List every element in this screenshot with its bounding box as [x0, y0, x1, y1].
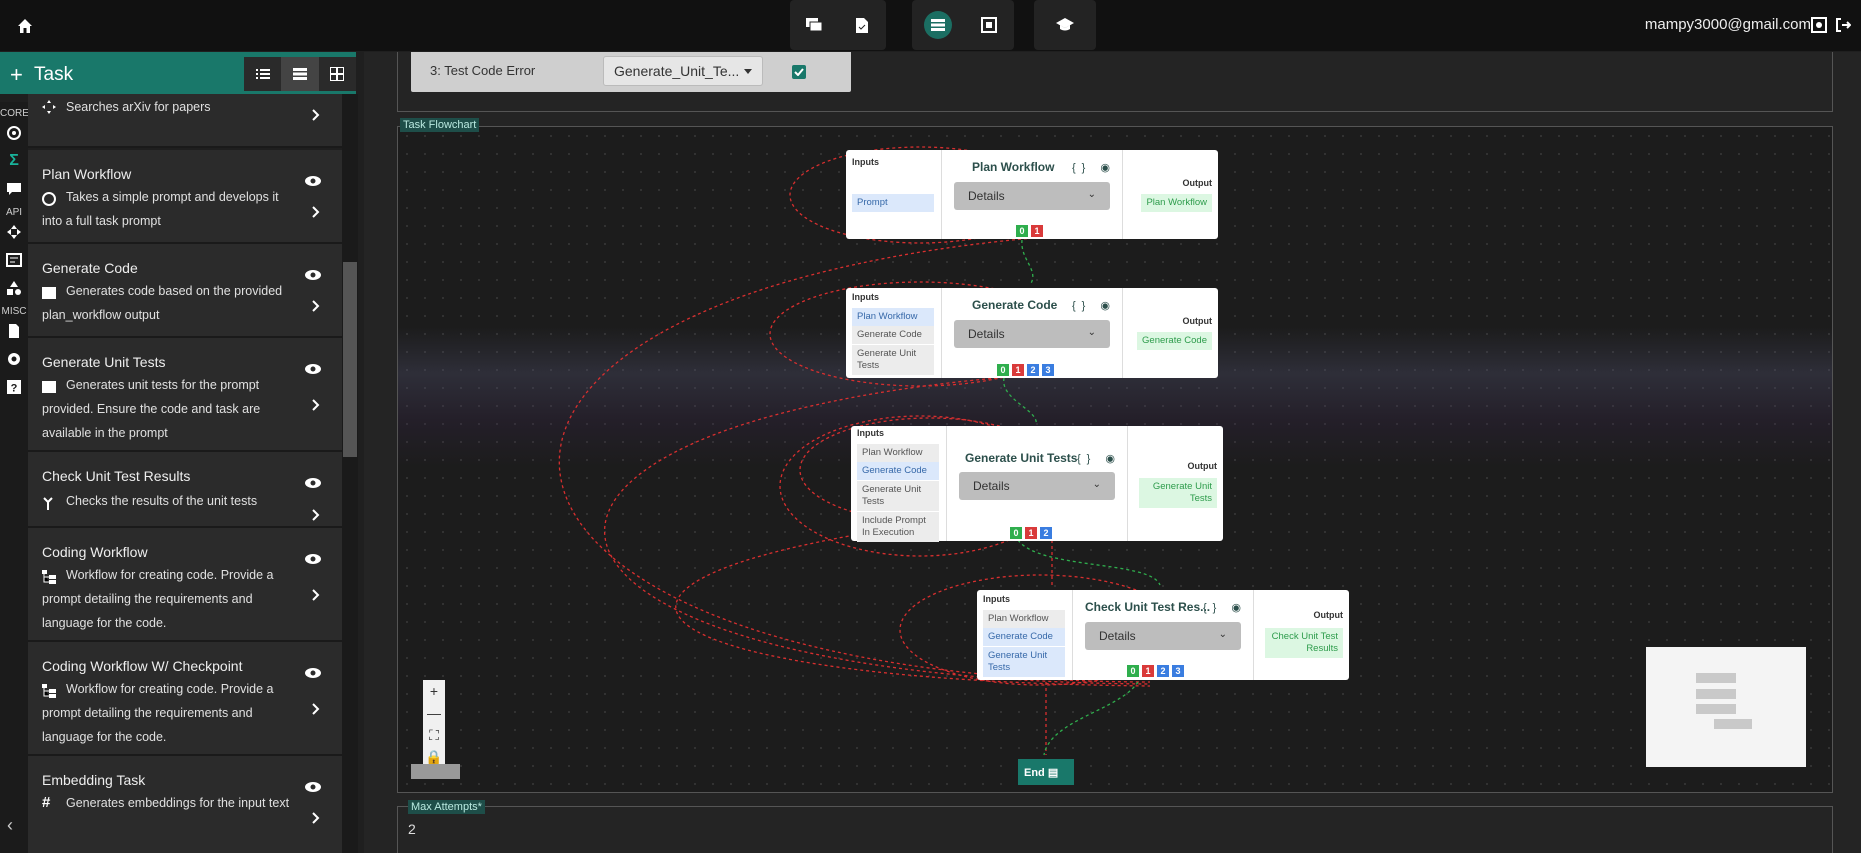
output-heading: Output	[1182, 178, 1213, 188]
details-dropdown[interactable]: Details ⌄	[954, 320, 1110, 348]
port-2[interactable]: 2	[1027, 364, 1039, 376]
node-output: Output Generate Unit Tests	[1127, 426, 1223, 541]
output-pill[interactable]: Generate Unit Tests	[1139, 478, 1217, 508]
zoom-in-icon[interactable]: +	[430, 680, 438, 702]
input-pill[interactable]: Generate Code	[983, 628, 1065, 646]
details-dropdown[interactable]: Details ⌄	[959, 472, 1115, 500]
code-eye-icons[interactable]: {} ◉	[1203, 601, 1247, 614]
node-inputs: Inputs Plan Workflow Generate Code Gener…	[977, 590, 1073, 680]
node-ports: 0 1 2	[1010, 527, 1052, 539]
code-eye-icons[interactable]: {} ◉	[1077, 452, 1121, 465]
node-output: Output Plan Workflow	[1122, 150, 1218, 239]
details-label: Details	[1099, 629, 1136, 643]
port-2[interactable]: 2	[1040, 527, 1052, 539]
node-check-unit-test-results[interactable]: Inputs Plan Workflow Generate Code Gener…	[977, 590, 1349, 680]
inputs-heading: Inputs	[857, 428, 884, 438]
edge-plan-code	[1021, 239, 1034, 286]
edge-check-end-ok	[1043, 681, 1139, 756]
end-label: End	[1024, 767, 1045, 779]
input-pill[interactable]: Prompt	[852, 194, 934, 212]
output-heading: Output	[1313, 610, 1344, 620]
details-dropdown[interactable]: Details ⌄	[954, 182, 1110, 210]
minimap-node	[1696, 704, 1736, 714]
input-pill[interactable]: Include Prompt In Execution	[857, 512, 939, 542]
details-label: Details	[968, 327, 1005, 341]
port-0[interactable]: 0	[1016, 225, 1028, 237]
fit-view-icon[interactable]: ⛶	[429, 724, 439, 746]
minimap-node	[1696, 689, 1736, 699]
port-3[interactable]: 3	[1172, 665, 1184, 677]
input-pill[interactable]: Generate Code	[857, 462, 939, 480]
chevron-down-icon: ⌄	[1218, 629, 1227, 640]
chevron-down-icon: ⌄	[1092, 479, 1101, 490]
minimap-node	[1696, 673, 1736, 683]
input-pill[interactable]: Plan Workflow	[983, 610, 1065, 628]
node-output: Output Check Unit Test Results	[1253, 590, 1349, 680]
details-label: Details	[973, 479, 1010, 493]
max-attempts-label: Max Attempts*	[408, 800, 485, 814]
code-eye-icons[interactable]: {} ◉	[1072, 161, 1116, 174]
chevron-down-icon: ⌄	[1087, 327, 1096, 338]
port-1[interactable]: 1	[1142, 665, 1154, 677]
chevron-down-icon: ⌄	[1087, 189, 1096, 200]
node-plan-workflow[interactable]: Inputs Prompt Plan Workflow {} ◉ Details…	[846, 150, 1218, 239]
node-inputs: Inputs Plan Workflow Generate Code Gener…	[846, 288, 942, 378]
node-inputs: Inputs Plan Workflow Generate Code Gener…	[851, 426, 947, 542]
output-pill[interactable]: Generate Code	[1137, 332, 1212, 350]
details-label: Details	[968, 189, 1005, 203]
node-body: Generate Unit Tests {} ◉ Details ⌄	[947, 426, 1127, 541]
node-ports: 0 1 2 3	[1127, 665, 1184, 677]
port-0[interactable]: 0	[1127, 665, 1139, 677]
inputs-heading: Inputs	[852, 157, 879, 167]
input-pill[interactable]: Generate Unit Tests	[857, 481, 939, 511]
output-heading: Output	[1187, 461, 1218, 471]
edge-code-tests	[1003, 377, 1037, 426]
input-pill[interactable]: Plan Workflow	[852, 308, 934, 326]
node-title: Generate Code	[972, 298, 1058, 312]
node-title: Generate Unit Tests	[965, 451, 1078, 465]
node-inputs: Inputs Prompt	[846, 150, 942, 239]
output-pill[interactable]: Plan Workflow	[1141, 194, 1212, 212]
details-dropdown[interactable]: Details ⌄	[1085, 622, 1241, 650]
max-attempts-field[interactable]	[397, 806, 1833, 853]
output-heading: Output	[1182, 316, 1213, 326]
node-output: Output Generate Code	[1122, 288, 1218, 378]
port-2[interactable]: 2	[1157, 665, 1169, 677]
node-generate-unit-tests[interactable]: Inputs Plan Workflow Generate Code Gener…	[851, 426, 1223, 542]
node-ports: 0 1	[1016, 225, 1043, 237]
inputs-heading: Inputs	[983, 594, 1010, 604]
port-1[interactable]: 1	[1025, 527, 1037, 539]
code-eye-icons[interactable]: {} ◉	[1072, 299, 1116, 312]
port-1[interactable]: 1	[1031, 225, 1043, 237]
input-pill[interactable]: Generate Code	[852, 326, 934, 344]
input-pill[interactable]: Generate Unit Tests	[983, 647, 1065, 677]
port-0[interactable]: 0	[1010, 527, 1022, 539]
minimap[interactable]	[1646, 647, 1806, 767]
port-3[interactable]: 3	[1042, 364, 1054, 376]
file-icon: ▤	[1047, 767, 1059, 779]
input-pill[interactable]: Generate Unit Tests	[852, 345, 934, 375]
node-title: Check Unit Test Res...	[1085, 600, 1211, 614]
minimap-node	[1714, 719, 1752, 729]
node-generate-code[interactable]: Inputs Plan Workflow Generate Code Gener…	[846, 288, 1218, 378]
canvas-attribution	[411, 764, 460, 779]
max-attempts-value[interactable]: 2	[408, 821, 416, 837]
node-ports: 0 1 2 3	[997, 364, 1054, 376]
port-1[interactable]: 1	[1012, 364, 1024, 376]
output-pill[interactable]: Check Unit Test Results	[1265, 628, 1343, 658]
zoom-out-icon[interactable]: —	[427, 702, 441, 724]
end-node[interactable]: End ▤	[1018, 759, 1074, 785]
zoom-controls: + — ⛶ 🔒	[423, 680, 445, 768]
node-title: Plan Workflow	[972, 160, 1055, 174]
port-0[interactable]: 0	[997, 364, 1009, 376]
input-pill[interactable]: Plan Workflow	[857, 444, 939, 462]
inputs-heading: Inputs	[852, 292, 879, 302]
